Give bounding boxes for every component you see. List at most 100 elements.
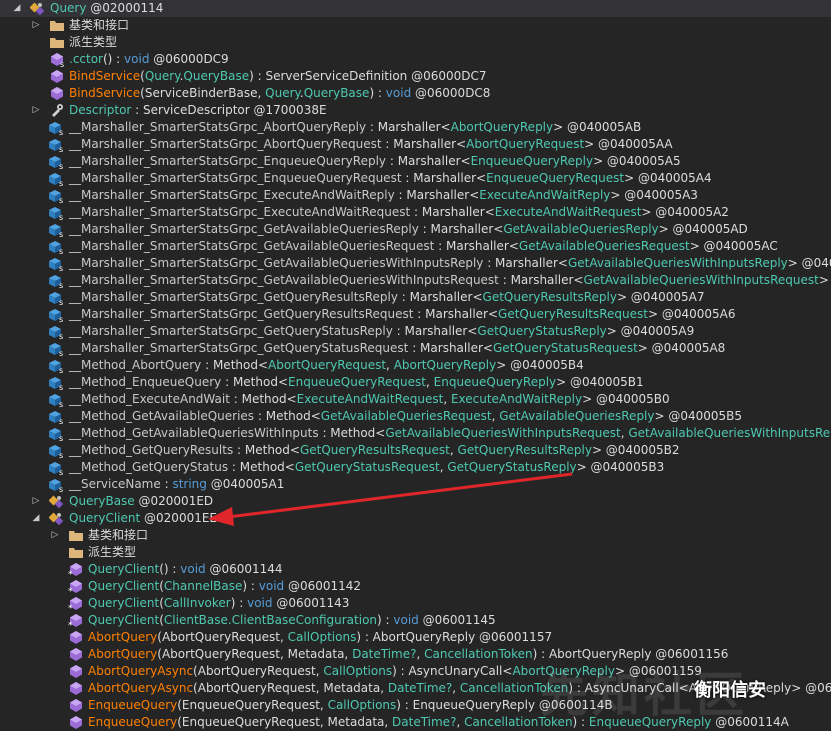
tree-node[interactable]: BindService(ServiceBinderBase, Query.Que… <box>0 85 831 102</box>
collapse-arrow-icon[interactable]: ◢ <box>12 0 22 17</box>
label-segment: > @040005AC <box>689 239 778 253</box>
label-segment: (EnqueueQueryRequest, Metadata, <box>177 715 393 729</box>
label-segment: (AbortQueryRequest, <box>157 630 288 644</box>
tree-node[interactable]: s __Marshaller_SmarterStatsGrpc_EnqueueQu… <box>0 153 831 170</box>
expand-arrow-icon[interactable]: ▷ <box>50 527 60 544</box>
label-segment: QueryBase <box>183 69 250 83</box>
label-segment: : Marshaller< <box>392 324 478 338</box>
label-segment: EnqueueQueryRequest <box>288 375 426 389</box>
tree-node[interactable]: s __Marshaller_SmarterStatsGrpc_GetQueryR… <box>0 306 831 323</box>
tree-node-label: __Marshaller_SmarterStatsGrpc_GetQueryRe… <box>69 306 736 323</box>
tree-node[interactable]: ◢ Query @02000114 <box>0 0 831 17</box>
tree-node[interactable]: s __Marshaller_SmarterStatsGrpc_ExecuteAn… <box>0 187 831 204</box>
svg-text:s: s <box>59 417 63 424</box>
label-segment: AbortQueryAsync <box>88 664 194 678</box>
tree-node[interactable]: s __Marshaller_SmarterStatsGrpc_GetAvaila… <box>0 272 831 289</box>
label-segment: , <box>456 715 465 729</box>
tree-node[interactable]: s __Marshaller_SmarterStatsGrpc_GetAvaila… <box>0 255 831 272</box>
field-icon: s <box>49 239 65 255</box>
tree-node[interactable]: s __Method_GetQueryStatus : Method<GetQue… <box>0 459 831 476</box>
tree-node-label: QueryClient() : void @06001144 <box>88 561 283 578</box>
label-segment: EnqueueQueryRequest <box>486 171 625 185</box>
label-segment: > @040005B1 <box>556 375 644 389</box>
svg-text:s: s <box>59 485 63 492</box>
field-icon: s <box>49 477 65 493</box>
label-segment: __Marshaller_SmarterStatsGrpc_GetQueryRe… <box>69 307 414 321</box>
label-segment: GetQueryStatusReply <box>447 460 577 474</box>
tree-node[interactable]: s __Method_GetAvailableQueriesWithInputs … <box>0 425 831 442</box>
method-icon <box>68 664 84 679</box>
label-segment: ) : <box>242 579 259 593</box>
expand-arrow-icon[interactable]: ▷ <box>31 17 41 34</box>
label-segment: @06001144 <box>205 562 283 576</box>
tree-node-label: Descriptor : ServiceDescriptor @1700038E <box>69 102 327 119</box>
tree-node[interactable]: s .cctor() : void @06000DC9 <box>0 51 831 68</box>
field-icon: s <box>49 188 65 204</box>
label-segment: ) : AbortQueryReply @06001157 <box>356 630 553 644</box>
label-segment: __Marshaller_SmarterStatsGrpc_GetQuerySt… <box>69 341 409 355</box>
label-segment: (AbortQueryRequest, Metadata, <box>193 681 388 695</box>
tree-node[interactable]: ▷ QueryBase @020001ED <box>0 493 831 510</box>
tree-node[interactable]: s __Method_AbortQuery : Method<AbortQuery… <box>0 357 831 374</box>
label-segment: BindService <box>69 86 141 100</box>
label-segment: > @040005A5 <box>593 154 681 168</box>
tree-node[interactable]: ◢ QueryClient @020001EE <box>0 510 831 527</box>
tree-folder-node[interactable]: ▷ 基类和接口 <box>0 527 831 544</box>
label-segment: : Method< <box>221 375 288 389</box>
label-segment: Query <box>50 1 87 15</box>
tree-node[interactable]: * QueryClient(ChannelBase) : void @060011… <box>0 578 831 595</box>
tree-node[interactable]: s __Method_GetAvailableQueries : Method<G… <box>0 408 831 425</box>
label-segment: : Marshaller< <box>381 137 467 151</box>
tree-node[interactable]: s __ServiceName : string @040005A1 <box>0 476 831 493</box>
svg-text:s: s <box>59 434 63 441</box>
label-segment: , <box>443 392 451 406</box>
expand-arrow-icon[interactable]: ▷ <box>31 102 41 119</box>
field-icon: s <box>49 137 65 153</box>
label-segment: (EnqueueQueryRequest, <box>177 698 328 712</box>
label-segment: ) : <box>377 613 394 627</box>
field-icon: s <box>49 358 65 374</box>
tree-node[interactable]: s __Method_GetQueryResults : Method<GetQu… <box>0 442 831 459</box>
tree-node[interactable]: s __Marshaller_SmarterStatsGrpc_GetAvaila… <box>0 238 831 255</box>
tree-node[interactable]: s __Marshaller_SmarterStatsGrpc_GetQueryS… <box>0 340 831 357</box>
tree-node[interactable]: * QueryClient(CallInvoker) : void @060011… <box>0 595 831 612</box>
tree-folder-node[interactable]: 派生类型 <box>0 544 831 561</box>
tree-node-label: __Marshaller_SmarterStatsGrpc_AbortQuery… <box>69 136 673 153</box>
label-segment: , <box>416 647 425 661</box>
tree-node[interactable]: s __Marshaller_SmarterStatsGrpc_GetQueryR… <box>0 289 831 306</box>
label-segment: > @040005A8 <box>637 341 726 355</box>
label-segment: ) : ServerServiceDefinition @06000DC7 <box>249 69 487 83</box>
tree-node[interactable]: * QueryClient(ClientBase.ClientBaseConfig… <box>0 612 831 629</box>
tree-node[interactable]: s __Marshaller_SmarterStatsGrpc_AbortQuer… <box>0 136 831 153</box>
label-segment: QueryClient <box>88 562 160 576</box>
tree-node[interactable]: AbortQuery(AbortQueryRequest, CallOption… <box>0 629 831 646</box>
label-segment: 基类和接口 <box>88 528 149 542</box>
tree-node[interactable]: s __Marshaller_SmarterStatsGrpc_EnqueueQu… <box>0 170 831 187</box>
svg-text:s: s <box>59 196 63 203</box>
tree-folder-node[interactable]: 派生类型 <box>0 34 831 51</box>
label-segment: : Marshaller< <box>498 273 584 287</box>
label-segment: @06001142 <box>284 579 362 593</box>
expand-arrow-icon[interactable]: ▷ <box>31 493 41 510</box>
ctor-icon: * <box>68 562 84 578</box>
tree-node-label: EnqueueQuery(EnqueueQueryRequest, CallOp… <box>88 697 613 714</box>
label-segment: QueryClient <box>69 511 141 525</box>
folder-icon <box>49 35 65 50</box>
tree-node[interactable]: BindService(Query.QueryBase) : ServerSer… <box>0 68 831 85</box>
label-segment: @020001ED <box>134 494 214 508</box>
label-segment: > @040005B5 <box>654 409 743 423</box>
tree-node[interactable]: ▷ Descriptor : ServiceDescriptor @1700038… <box>0 102 831 119</box>
tree-folder-node[interactable]: ▷ 基类和接口 <box>0 17 831 34</box>
tree-node[interactable]: s __Marshaller_SmarterStatsGrpc_AbortQuer… <box>0 119 831 136</box>
label-segment: 派生类型 <box>88 545 137 559</box>
collapse-arrow-icon[interactable]: ◢ <box>31 510 41 527</box>
tree-node[interactable]: s __Method_ExecuteAndWait : Method<Execut… <box>0 391 831 408</box>
tree-node[interactable]: s __Marshaller_SmarterStatsGrpc_ExecuteAn… <box>0 204 831 221</box>
label-segment: (ServiceBinderBase, <box>140 86 266 100</box>
tree-node[interactable]: s __Marshaller_SmarterStatsGrpc_GetAvaila… <box>0 221 831 238</box>
label-segment: > @040005A4 <box>624 171 712 185</box>
label-segment: GetAvailableQueriesRequest <box>518 239 690 253</box>
tree-node[interactable]: * QueryClient() : void @06001144 <box>0 561 831 578</box>
tree-node[interactable]: s __Marshaller_SmarterStatsGrpc_GetQueryS… <box>0 323 831 340</box>
tree-node[interactable]: s __Method_EnqueueQuery : Method<EnqueueQ… <box>0 374 831 391</box>
